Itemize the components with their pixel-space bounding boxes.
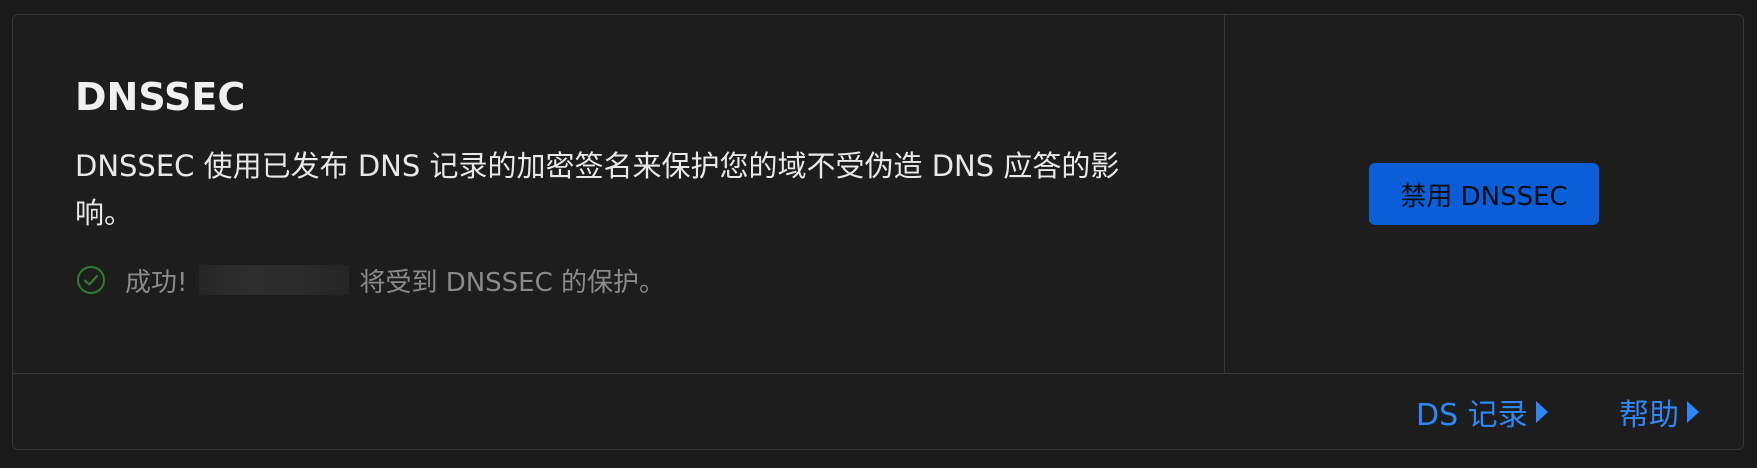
card-description: DNSSEC 使用已发布 DNS 记录的加密签名来保护您的域不受伪造 DNS 应… [75,149,1120,230]
caret-right-icon [1687,401,1699,423]
dnssec-info-pane: DNSSEC DNSSEC 使用已发布 DNS 记录的加密签名来保护您的域不受伪… [13,15,1225,373]
help-link-label: 帮助 [1619,398,1679,433]
card-body: DNSSEC DNSSEC 使用已发布 DNS 记录的加密签名来保护您的域不受伪… [13,15,1743,374]
status-message: 成功! 将受到 DNSSEC 的保护。 [75,263,666,298]
redacted-domain-name [199,265,350,295]
disable-dnssec-button[interactable]: 禁用 DNSSEC [1369,163,1599,225]
card-title: DNSSEC [75,75,246,119]
ds-records-link[interactable]: DS 记录 [1416,393,1548,433]
card-footer: DS 记录 帮助 [13,373,1743,449]
status-suffix: 将受到 DNSSEC 的保护。 [359,267,666,298]
dnssec-action-pane: 禁用 DNSSEC [1225,15,1743,373]
check-circle-icon [75,264,107,296]
caret-right-icon [1535,401,1548,423]
help-link[interactable]: 帮助 [1619,393,1699,433]
ds-records-link-label: DS 记录 [1416,398,1528,433]
dnssec-card: DNSSEC DNSSEC 使用已发布 DNS 记录的加密签名来保护您的域不受伪… [12,14,1744,450]
status-prefix: 成功! [125,267,188,298]
